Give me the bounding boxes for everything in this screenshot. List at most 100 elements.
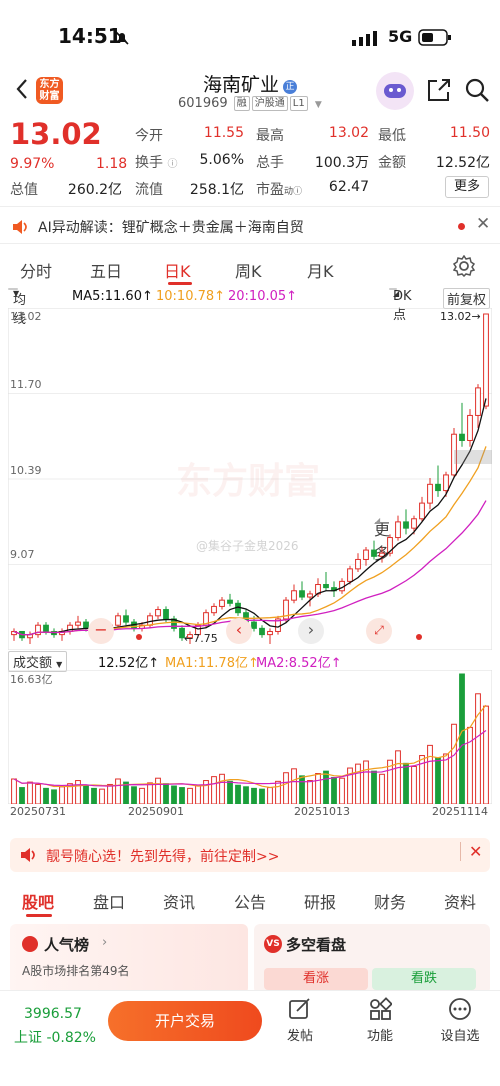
bull-bear-card[interactable]: VS 多空看盘 看涨 看跌 [254,924,490,994]
candle-body [355,558,361,570]
change-amount: 1.18 [96,156,128,172]
functions-button[interactable]: 功能 [350,997,410,1044]
candle-body [395,521,401,539]
add-watchlist-button[interactable]: 设自选 [430,997,490,1044]
price-tick-4: 9.07 [10,548,35,561]
tab-forum[interactable]: 股吧 [22,889,54,913]
candle-body [115,615,121,626]
volume-type-select[interactable]: 成交额 ▼ [8,651,68,672]
adjust-select[interactable]: 前复权 [443,288,491,309]
candle-body [443,474,449,492]
volume-bar [411,765,417,804]
volume-max-tick: 16.63亿 [10,673,53,686]
amount-label: 金额 [378,155,406,171]
ma10-label: 10:10.78↑ [156,289,226,304]
volume-bar [219,773,225,804]
min-price-marker: ←7.75 [184,632,218,645]
volume-bar [139,787,145,804]
volume-value: 100.3万 [314,155,369,171]
watermark: 东方财富 [176,461,321,502]
low-value: 11.50 [449,125,490,141]
tab-news[interactable]: 资讯 [163,889,195,913]
ai-analysis-text[interactable]: AI异动解读：锂矿概念＋贵金属＋海南自贸 [38,217,304,237]
signal-icon [352,31,377,46]
volume-bar [147,782,153,804]
tab-intraday[interactable]: 分时 [20,258,52,282]
candle-body [75,621,81,626]
tab-announcements[interactable]: 公告 [234,889,266,913]
status-time: 14:51 [58,24,122,48]
open-account-trade-button[interactable]: 开户交易 [108,1001,262,1041]
stock-title: 海南矿业正 [0,70,500,97]
vs-icon: VS [264,935,282,953]
low-label: 最低 [378,128,406,144]
popularity-card[interactable]: 人气榜 › A股市场排名第49名 [10,924,248,994]
stock-name: 海南矿业 [202,74,279,96]
dk-point-select[interactable]: DK点 ◢ [389,288,412,323]
volume-bar [299,775,305,804]
volume-bar [259,788,265,804]
candle-body [147,615,153,626]
dropdown-caret-icon[interactable]: ▼ [315,100,322,110]
candle-body [323,584,329,589]
volume-chart[interactable] [8,670,492,804]
tab-research[interactable]: 研报 [304,889,336,913]
scroll-left-button[interactable]: ‹ [226,618,252,644]
candle-body [251,621,257,629]
high-value: 13.02 [328,125,369,141]
post-button[interactable]: 发帖 [270,997,330,1044]
max-price-marker: 13.02→ [440,310,481,323]
volume-bar [267,787,273,804]
bottom-toolbar: 3996.57 上证 -0.82% 开户交易 [0,990,500,1086]
volume-bar [467,726,473,804]
candle-body [467,414,473,441]
price-tick-3: 10.39 [10,464,42,477]
tab-weekly-k[interactable]: 周K [235,258,262,282]
author-watermark: @集谷子金鬼2026 [196,539,299,553]
index-row[interactable]: 上证 -0.82% [14,1027,96,1047]
float-label: 流值 [135,182,163,198]
chevron-right-icon: › [102,935,108,950]
tab-profile[interactable]: 资料 [444,889,476,913]
volume-bar [395,750,401,804]
bull-bear-title: 多空看盘 [286,936,347,954]
indicator-type-select[interactable]: 均线 ▼ [8,288,26,327]
close-icon[interactable]: ✕ [476,214,490,234]
more-button[interactable]: 更多 [445,176,489,198]
candle-body [435,483,441,492]
share-icon[interactable] [426,77,452,103]
speaker-icon [21,848,35,862]
tab-monthly-k[interactable]: 月K [307,258,334,282]
volume-bar [435,757,441,804]
promo-banner[interactable]: 靓号随心选！先到先得，前往定制>> ✕ [10,838,490,872]
tab-five-day[interactable]: 五日 [90,258,122,282]
banner-close-icon[interactable]: ✕ [460,842,482,861]
tab-handicap[interactable]: 盘口 [93,889,125,913]
volume-bar [195,784,201,804]
scroll-right-button[interactable]: › [298,618,324,644]
bull-button[interactable]: 看涨 [264,968,368,990]
candle-body [163,609,169,620]
fullscreen-button[interactable]: ⤢ [366,618,392,644]
pe-value: 62.47 [328,179,369,195]
stock-code-row: 601969 融沪股通 L1 ▼ [178,96,322,111]
candle-body [403,521,409,529]
search-icon[interactable] [464,77,490,103]
zoom-out-button[interactable]: − [88,618,114,644]
volume-bar [331,776,337,804]
candle-body [427,483,433,504]
volume-bar [363,760,369,804]
ai-avatar[interactable] [376,72,414,110]
tab-daily-k[interactable]: 日K [164,258,191,282]
volume-bar [59,786,65,804]
ma20-label: 20:10.05↑ [228,289,298,304]
date-label: 20250901 [128,805,184,818]
volume-bar [307,780,313,804]
edit-icon [289,998,310,1019]
settings-gear-icon[interactable] [453,255,475,277]
tab-finance[interactable]: 财务 [374,889,406,913]
bear-button[interactable]: 看跌 [372,968,476,990]
amount-value: 12.52亿 [435,155,490,171]
more-dots-icon [449,998,471,1020]
grid-icon [370,997,393,1020]
